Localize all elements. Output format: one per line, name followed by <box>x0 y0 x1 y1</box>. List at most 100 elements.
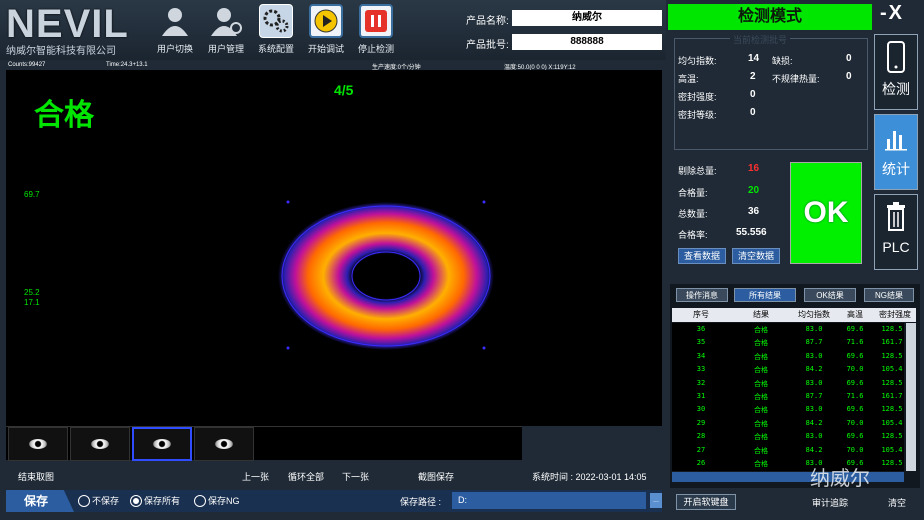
side-nav-stats[interactable]: 统计 <box>874 114 918 190</box>
audit-trail-button[interactable]: 审计追踪 <box>812 496 848 509</box>
side-nav-detect[interactable]: 检测 <box>874 34 918 110</box>
ok-indicator: OK <box>790 162 862 264</box>
thumbnail[interactable] <box>194 427 254 461</box>
batch-number-field[interactable]: 888888 <box>512 34 662 50</box>
row-index: 36 <box>696 325 706 333</box>
radio-save-all-label: 保存所有 <box>144 496 181 506</box>
col-seal-strength: 密封强度 <box>879 310 911 319</box>
tab-ok-results[interactable]: OK结果 <box>804 288 856 302</box>
defect-label: 缺损: <box>772 56 793 66</box>
table-row[interactable]: 29 合格 84.2 70.0 105.4 <box>672 417 904 430</box>
thumbnail-selected[interactable] <box>132 427 192 461</box>
row-result: 合格 <box>754 446 768 455</box>
col-result: 结果 <box>753 310 769 319</box>
row-high-temp: 70.0 <box>846 365 864 374</box>
results-panel: 操作消息 所有结果 OK结果 NG结果 序号 结果 均匀指数 高温 密封强度 3… <box>670 284 920 488</box>
row-seal-strength: 128.5 <box>881 378 903 387</box>
thumbnail[interactable] <box>8 427 68 461</box>
row-result: 合格 <box>754 419 768 428</box>
radio-save-all[interactable]: 保存所有 <box>130 494 180 507</box>
table-row[interactable]: 27 合格 84.2 70.0 105.4 <box>672 444 904 457</box>
col-uniformity: 均匀指数 <box>798 310 830 319</box>
row-uniformity: 84.2 <box>805 445 823 454</box>
reject-total-value: 16 <box>748 163 760 174</box>
save-path-field[interactable]: D: <box>452 492 646 509</box>
table-row[interactable]: 35 合格 87.7 71.6 161.7 <box>672 336 904 349</box>
total-count-label: 总数量: <box>678 209 708 219</box>
switch-user-button[interactable]: 用户切换 <box>150 4 200 55</box>
tab-messages[interactable]: 操作消息 <box>676 288 728 302</box>
table-row[interactable]: 28 合格 83.0 69.6 128.5 <box>672 430 904 443</box>
row-index: 28 <box>696 432 706 441</box>
brand-logo: NEVIL <box>6 2 129 46</box>
user-switch-icon <box>158 4 192 38</box>
row-high-temp: 71.6 <box>846 338 864 347</box>
window-controls[interactable]: -X <box>880 2 904 25</box>
table-row[interactable]: 33 合格 84.2 70.0 105.4 <box>672 363 904 376</box>
start-debug-button[interactable]: 开始调试 <box>301 4 351 55</box>
row-seal-strength: 105.4 <box>881 418 903 427</box>
table-row[interactable]: 31 合格 87.7 71.6 161.7 <box>672 390 904 403</box>
product-name-field[interactable]: 纳威尔 <box>512 10 662 26</box>
row-index: 30 <box>696 405 706 414</box>
table-row[interactable]: 30 合格 83.0 69.6 128.5 <box>672 403 904 416</box>
save-tab[interactable]: 保存 <box>6 490 74 512</box>
prev-button[interactable]: 上一张 <box>242 470 269 483</box>
phone-icon <box>875 35 917 79</box>
high-temp-label: 高温: <box>678 74 699 84</box>
loop-all-button[interactable]: 循环全部 <box>288 470 324 483</box>
view-data-button[interactable]: 查看数据 <box>678 248 726 264</box>
clear-data-button[interactable]: 清空数据 <box>732 248 780 264</box>
seal-grade-label: 密封等级: <box>678 110 717 120</box>
system-config-button[interactable]: 系统配置 <box>251 4 301 55</box>
current-batch-title: 当前检测批号 <box>730 33 791 46</box>
clear-button[interactable]: 清空 <box>888 496 906 509</box>
row-high-temp: 70.0 <box>846 445 864 454</box>
thumbnail-strip <box>6 426 522 461</box>
scale-min: 17.1 <box>24 298 40 307</box>
screenshot-save-button[interactable]: 截图保存 <box>418 470 454 483</box>
pass-count-value: 20 <box>748 185 760 196</box>
radio-no-save[interactable]: 不保存 <box>78 494 119 507</box>
user-manage-label: 用户管理 <box>207 44 244 54</box>
row-high-temp: 69.6 <box>846 378 864 387</box>
stop-detect-label: 停止检测 <box>357 44 394 54</box>
row-result: 合格 <box>754 326 768 334</box>
thermal-image-view[interactable]: 合格 4/5 69.7 25.2 17.1 <box>6 70 662 426</box>
end-capture-button[interactable]: 结束取图 <box>18 470 54 483</box>
results-table-body[interactable]: 36 合格 83.0 69.6 128.5 35 合格 87.7 71.6 161.7 34 合格 83… <box>672 323 904 471</box>
user-manage-button[interactable]: 用户管理 <box>201 4 251 55</box>
seal-strength-label: 密封强度: <box>678 92 717 102</box>
scale-mid: 25.2 <box>24 288 40 297</box>
tab-all-results[interactable]: 所有结果 <box>734 288 796 302</box>
side-nav-detect-label: 检测 <box>882 81 910 97</box>
stop-detect-button[interactable]: 停止检测 <box>351 4 401 55</box>
table-row[interactable]: 34 合格 83.0 69.6 128.5 <box>672 350 904 363</box>
tab-ng-results[interactable]: NG结果 <box>864 288 914 302</box>
next-button[interactable]: 下一张 <box>342 470 369 483</box>
row-seal-strength: 105.4 <box>881 365 903 374</box>
irregular-heat-value: 0 <box>846 71 852 82</box>
row-high-temp: 69.6 <box>846 325 864 333</box>
row-seal-strength: 128.5 <box>881 432 903 441</box>
user-manage-icon <box>209 4 243 38</box>
thumbnail[interactable] <box>70 427 130 461</box>
table-row[interactable]: 32 合格 83.0 69.6 128.5 <box>672 377 904 390</box>
browse-button[interactable]: ... <box>650 493 662 508</box>
gear-icon <box>259 4 293 38</box>
side-nav-stats-label: 统计 <box>882 161 910 177</box>
side-nav-plc[interactable]: PLC <box>874 194 918 270</box>
row-uniformity: 87.7 <box>805 391 823 400</box>
row-index: 29 <box>696 418 706 427</box>
row-result: 合格 <box>754 366 768 375</box>
radio-save-ng-label: 保存NG <box>208 496 240 506</box>
soft-keyboard-button[interactable]: 开启软键盘 <box>676 494 736 510</box>
radio-save-ng[interactable]: 保存NG <box>194 494 240 507</box>
results-vertical-scrollbar[interactable] <box>906 323 916 471</box>
product-name-label: 产品名称: <box>466 16 509 27</box>
irregular-heat-label: 不规律热量: <box>772 74 820 84</box>
radio-no-save-label: 不保存 <box>92 496 120 506</box>
row-result: 合格 <box>754 406 768 415</box>
table-row[interactable]: 36 合格 83.0 69.6 128.5 <box>672 323 904 336</box>
uniformity-label: 均匀指数: <box>678 56 717 66</box>
